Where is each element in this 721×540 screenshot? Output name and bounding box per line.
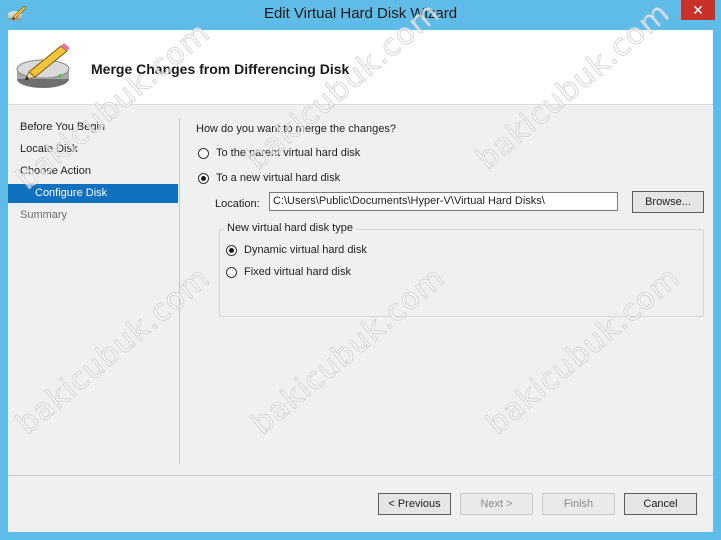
step-choose-action[interactable]: Choose Action — [8, 162, 178, 184]
footer-divider — [8, 475, 713, 476]
wizard-window: Edit Virtual Hard Disk Wizard ✕ Merge Ch… — [0, 0, 721, 540]
radio-dynamic-disk[interactable] — [226, 244, 237, 256]
next-button: Next > — [460, 493, 533, 515]
option-dynamic-disk-label: Dynamic virtual hard disk — [244, 244, 367, 256]
option-dynamic-disk[interactable]: Dynamic virtual hard disk — [226, 244, 367, 256]
disk-pencil-icon — [16, 43, 70, 88]
option-new-disk-label: To a new virtual hard disk — [216, 172, 341, 184]
option-new-disk[interactable]: To a new virtual hard disk — [198, 172, 340, 184]
step-locate-disk[interactable]: Locate Disk — [8, 140, 178, 162]
cancel-button[interactable]: Cancel — [624, 493, 697, 515]
wizard-body: Merge Changes from Differencing Disk Bef… — [8, 30, 713, 532]
disk-type-group: New virtual hard disk type Dynamic virtu… — [219, 222, 704, 317]
page-title: Merge Changes from Differencing Disk — [91, 61, 350, 77]
sidebar-divider — [179, 118, 180, 464]
option-fixed-disk[interactable]: Fixed virtual hard disk — [226, 266, 351, 278]
radio-parent-disk[interactable] — [198, 147, 209, 159]
option-parent-disk-label: To the parent virtual hard disk — [216, 147, 361, 159]
disk-type-group-title: New virtual hard disk type — [224, 222, 356, 234]
finish-button: Finish — [542, 493, 615, 515]
merge-question: How do you want to merge the changes? — [196, 123, 396, 135]
option-parent-disk[interactable]: To the parent virtual hard disk — [198, 147, 360, 159]
radio-new-disk[interactable] — [198, 172, 209, 184]
step-summary: Summary — [20, 209, 68, 221]
location-label: Location: — [215, 198, 260, 210]
title-bar[interactable]: Edit Virtual Hard Disk Wizard ✕ — [0, 0, 721, 30]
previous-button[interactable]: < Previous — [378, 493, 451, 515]
window-title: Edit Virtual Hard Disk Wizard — [263, 5, 458, 22]
location-input[interactable]: C:\Users\Public\Documents\Hyper-V\Virtua… — [269, 192, 618, 211]
wizard-steps: Before You Begin Locate Disk Choose Acti… — [8, 118, 178, 228]
step-configure-disk[interactable]: Configure Disk — [8, 184, 178, 203]
step-before-you-begin[interactable]: Before You Begin — [8, 118, 178, 140]
wizard-header: Merge Changes from Differencing Disk — [8, 30, 713, 105]
close-button[interactable]: ✕ — [681, 0, 715, 20]
browse-button[interactable]: Browse... — [632, 191, 704, 213]
configure-disk-panel: How do you want to merge the changes? To… — [196, 120, 706, 460]
radio-fixed-disk[interactable] — [226, 266, 237, 278]
option-fixed-disk-label: Fixed virtual hard disk — [244, 266, 351, 278]
close-icon: ✕ — [692, 2, 704, 18]
